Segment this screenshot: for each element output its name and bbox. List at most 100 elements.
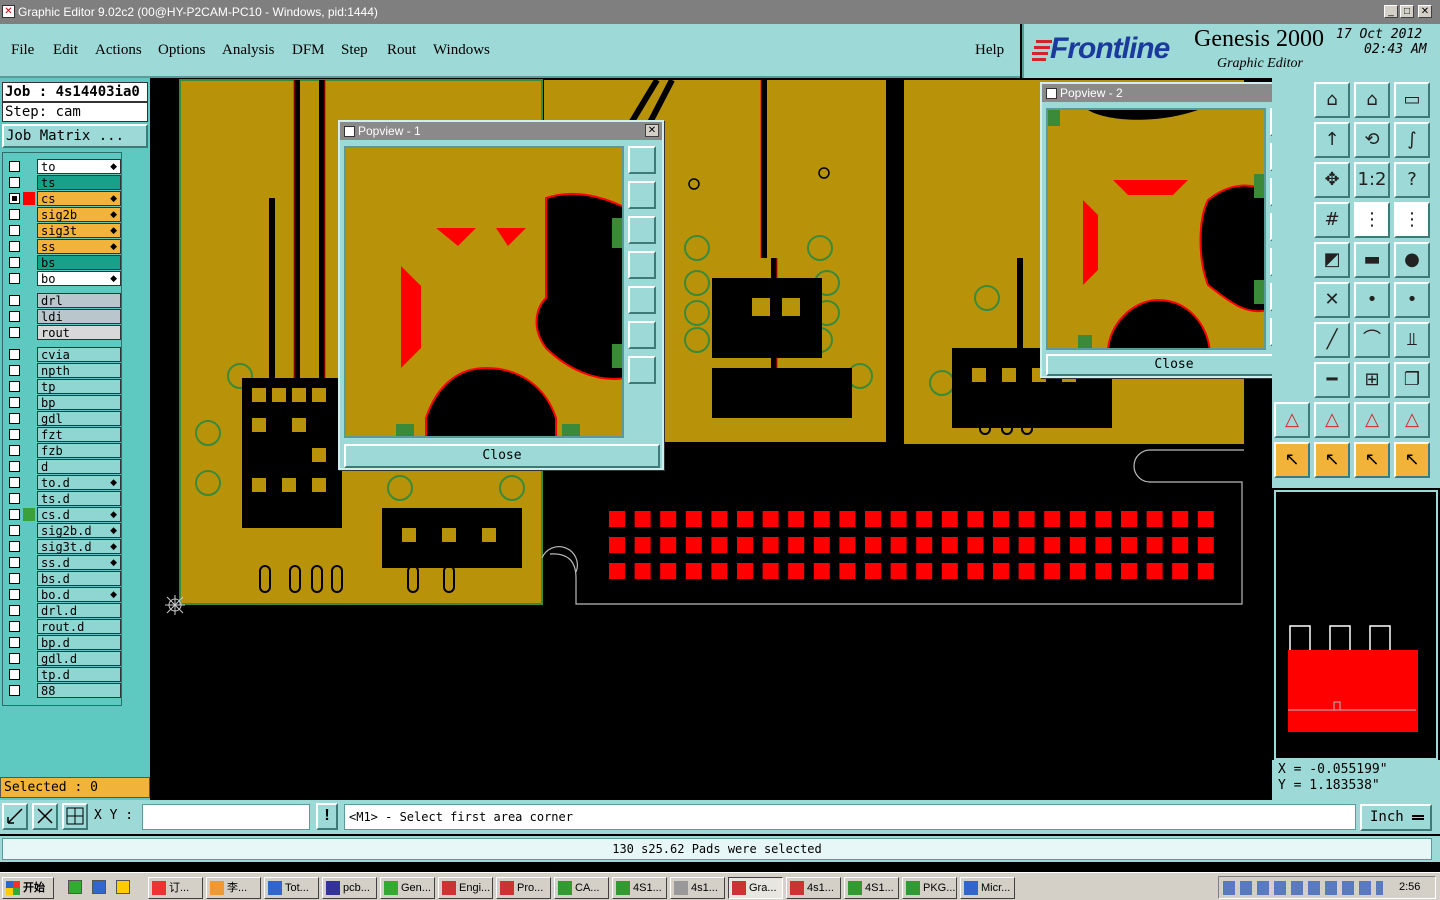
layer-checkbox[interactable] <box>9 541 20 552</box>
popview-1-pan-up-button[interactable] <box>628 181 656 209</box>
taskbar-item[interactable]: CA... <box>554 877 609 899</box>
align-button[interactable]: ⊞ <box>1354 362 1390 398</box>
menu-windows[interactable]: Windows <box>433 42 490 59</box>
layer-checkbox[interactable] <box>9 193 20 204</box>
grid-toggle-button[interactable]: # <box>1314 202 1350 238</box>
xy-input[interactable] <box>142 804 310 830</box>
layer-checkbox[interactable] <box>9 493 20 504</box>
layer-checkbox[interactable] <box>9 311 20 322</box>
layer-row-sig3t-d[interactable]: sig3t.d ◆ <box>3 539 121 554</box>
layer-row-gdl[interactable]: gdl <box>3 411 121 426</box>
layer-row-cs[interactable]: cs ◆ <box>3 191 121 206</box>
layer-checkbox[interactable] <box>9 349 20 360</box>
layer-display-indicator[interactable] <box>23 460 35 473</box>
menu-help[interactable]: Help <box>975 42 1004 59</box>
window-titlebar[interactable]: ✕ Graphic Editor 9.02c2 (00@HY-P2CAM-PC1… <box>0 0 1440 24</box>
copy-shapes-button[interactable]: ❐ <box>1394 362 1430 398</box>
layer-row-bp-d[interactable]: bp.d <box>3 635 121 650</box>
layer-name[interactable]: rout <box>37 325 121 340</box>
alert-button[interactable]: ! <box>316 803 338 830</box>
layer-row-drl[interactable]: drl <box>3 293 121 308</box>
netlist-select-button[interactable]: ⋮ <box>1394 202 1430 238</box>
popview-1-close-button[interactable]: Close <box>344 444 660 468</box>
layer-row-gdl-d[interactable]: gdl.d <box>3 651 121 666</box>
taskbar-item[interactable]: 4s1... <box>670 877 725 899</box>
layer-name[interactable]: tp.d <box>37 667 121 682</box>
layer-checkbox[interactable] <box>9 381 20 392</box>
layer-name[interactable]: sig2b.d <box>37 523 121 538</box>
layer-name[interactable]: ss <box>37 239 121 254</box>
layer-checkbox[interactable] <box>9 589 20 600</box>
layer-row-tp[interactable]: tp <box>3 379 121 394</box>
taskbar-item[interactable]: 4S1... <box>844 877 899 899</box>
popview-1-close-icon[interactable]: ✕ <box>645 124 659 137</box>
layer-display-indicator[interactable] <box>23 240 35 253</box>
layer-checkbox[interactable] <box>9 525 20 536</box>
layer-display-indicator[interactable] <box>23 668 35 681</box>
layer-row-cvia[interactable]: cvia <box>3 347 121 362</box>
menu-edit[interactable]: Edit <box>53 42 78 59</box>
unit-selector[interactable]: Inch <box>1360 804 1432 831</box>
select-path-button[interactable]: ↖ <box>1394 442 1430 478</box>
layer-checkbox[interactable] <box>9 573 20 584</box>
layer-row-drl-d[interactable]: drl.d <box>3 603 121 618</box>
layer-row-bo-d[interactable]: bo.d ◆ <box>3 587 121 602</box>
layer-name[interactable]: tp <box>37 379 121 394</box>
layer-display-indicator[interactable] <box>23 224 35 237</box>
layer-display-indicator[interactable] <box>23 412 35 425</box>
triangle-a-button[interactable]: △ <box>1314 402 1350 438</box>
layer-checkbox[interactable] <box>9 445 20 456</box>
layer-name[interactable]: cs <box>37 191 121 206</box>
menu-rout[interactable]: Rout <box>387 42 416 59</box>
layer-checkbox[interactable] <box>9 685 20 696</box>
menu-analysis[interactable]: Analysis <box>222 42 275 59</box>
layer-row-rout-d[interactable]: rout.d <box>3 619 121 634</box>
quick-launch-icon[interactable] <box>116 880 130 894</box>
layer-display-indicator[interactable] <box>23 508 35 521</box>
layer-name[interactable]: to <box>37 159 121 174</box>
layer-checkbox[interactable] <box>9 413 20 424</box>
layer-checkbox[interactable] <box>9 365 20 376</box>
layer-display-indicator[interactable] <box>23 684 35 697</box>
draw-line-button[interactable]: ╱ <box>1314 322 1350 358</box>
layer-name[interactable]: sig2b <box>37 207 121 222</box>
layer-row-sig3t[interactable]: sig3t ◆ <box>3 223 121 238</box>
layer-name[interactable]: sig3t.d <box>37 539 121 554</box>
layer-row-bo[interactable]: bo ◆ <box>3 271 121 286</box>
layer-name[interactable]: 88 <box>37 683 121 698</box>
layer-display-indicator[interactable] <box>23 588 35 601</box>
layer-checkbox[interactable] <box>9 273 20 284</box>
layer-checkbox[interactable] <box>9 429 20 440</box>
layer-display-indicator[interactable] <box>23 396 35 409</box>
minimize-button[interactable]: _ <box>1384 5 1398 18</box>
layer-display-indicator[interactable] <box>23 604 35 617</box>
close-window-button[interactable]: ✕ <box>1418 5 1432 18</box>
layer-row-cs-d[interactable]: cs.d ◆ <box>3 507 121 522</box>
taskbar-item[interactable]: 4s1... <box>786 877 841 899</box>
layer-display-indicator[interactable] <box>23 176 35 189</box>
popview-1-zoom-out-button[interactable] <box>628 356 656 384</box>
layer-row-ldi[interactable]: ldi <box>3 309 121 324</box>
connect-button[interactable]: • <box>1354 282 1390 318</box>
layer-name[interactable]: gdl.d <box>37 651 121 666</box>
popview-1-zoom-in-button[interactable] <box>628 321 656 349</box>
layer-checkbox[interactable] <box>9 177 20 188</box>
menu-file[interactable]: File <box>11 42 34 59</box>
layer-display-indicator[interactable] <box>23 272 35 285</box>
layer-row-rout[interactable]: rout <box>3 325 121 340</box>
layer-name[interactable]: fzb <box>37 443 121 458</box>
feature-tool-button[interactable]: ⫫ <box>1394 322 1430 358</box>
layer-name[interactable]: ts <box>37 175 121 190</box>
layer-checkbox[interactable] <box>9 397 20 408</box>
layer-display-indicator[interactable] <box>23 444 35 457</box>
zoom-fit-button[interactable]: ✥ <box>1314 162 1350 198</box>
layer-checkbox[interactable] <box>9 653 20 664</box>
draw-pad-button[interactable]: ◩ <box>1314 242 1350 278</box>
menu-dfm[interactable]: DFM <box>292 42 325 59</box>
select-pointer-alt-button[interactable]: ↖ <box>1314 442 1350 478</box>
quick-launch-icon[interactable] <box>68 880 82 894</box>
taskbar-item[interactable]: PKG... <box>902 877 957 899</box>
layer-row-bs-d[interactable]: bs.d <box>3 571 121 586</box>
layer-checkbox[interactable] <box>9 637 20 648</box>
menu-actions[interactable]: Actions <box>95 42 142 59</box>
